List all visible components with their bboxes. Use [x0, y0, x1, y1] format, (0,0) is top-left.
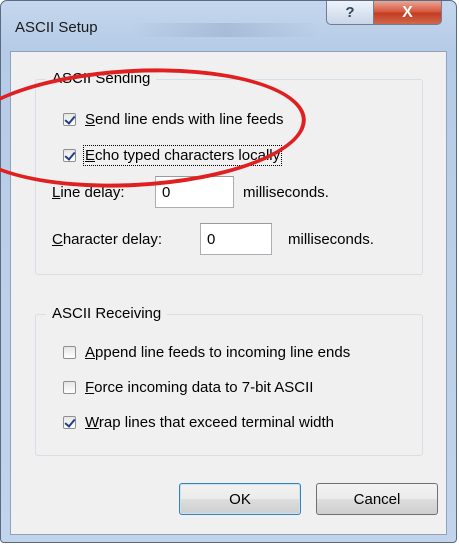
help-button[interactable]: ? [326, 1, 374, 25]
line-delay-input[interactable]: 0 [155, 176, 234, 208]
send-line-ends-checkbox[interactable] [63, 113, 76, 126]
send-line-ends-label: Send line ends with line feeds [85, 111, 284, 128]
echo-typed-checkbox[interactable] [63, 149, 76, 162]
wrap-lines-checkbox[interactable] [63, 416, 76, 429]
line-delay-unit: milliseconds. [243, 183, 329, 201]
append-line-feeds-label: Append line feeds to incoming line ends [85, 344, 351, 361]
line-delay-row: Line delay: 0 milliseconds. [52, 176, 329, 208]
character-delay-unit: milliseconds. [288, 230, 374, 248]
send-line-ends-checkbox-row[interactable]: Send line ends with line feeds [63, 111, 283, 128]
help-icon: ? [345, 4, 355, 21]
echo-typed-label: Echo typed characters locally [82, 145, 283, 166]
dialog-client-area: ASCII Sending Send line ends with line f… [10, 51, 447, 535]
title-bar[interactable]: ASCII Setup ? X [1, 1, 456, 51]
echo-typed-checkbox-row[interactable]: Echo typed characters locally [63, 145, 283, 166]
force-7bit-checkbox[interactable] [63, 381, 76, 394]
ok-button[interactable]: OK [179, 483, 301, 515]
character-delay-row: Character delay: 0 milliseconds. [52, 223, 374, 255]
ascii-sending-legend: ASCII Sending [46, 70, 157, 87]
character-delay-label: Character delay: [52, 230, 163, 248]
cancel-button[interactable]: Cancel [316, 483, 438, 515]
line-delay-label: Line delay: [52, 183, 125, 201]
append-line-feeds-row[interactable]: Append line feeds to incoming line ends [63, 344, 350, 361]
force-7bit-label: Force incoming data to 7-bit ASCII [85, 379, 314, 396]
force-7bit-row[interactable]: Force incoming data to 7-bit ASCII [63, 379, 313, 396]
window-title: ASCII Setup [15, 19, 98, 36]
close-icon: X [402, 3, 413, 21]
append-line-feeds-checkbox[interactable] [63, 346, 76, 359]
wrap-lines-label: Wrap lines that exceed terminal width [85, 414, 335, 431]
title-bar-blur [131, 23, 321, 37]
close-button[interactable]: X [373, 1, 442, 25]
ascii-receiving-legend: ASCII Receiving [46, 305, 168, 322]
ascii-setup-dialog: ASCII Setup ? X ASCII Sending Send line … [0, 0, 457, 543]
wrap-lines-row[interactable]: Wrap lines that exceed terminal width [63, 414, 334, 431]
character-delay-input[interactable]: 0 [200, 223, 272, 255]
